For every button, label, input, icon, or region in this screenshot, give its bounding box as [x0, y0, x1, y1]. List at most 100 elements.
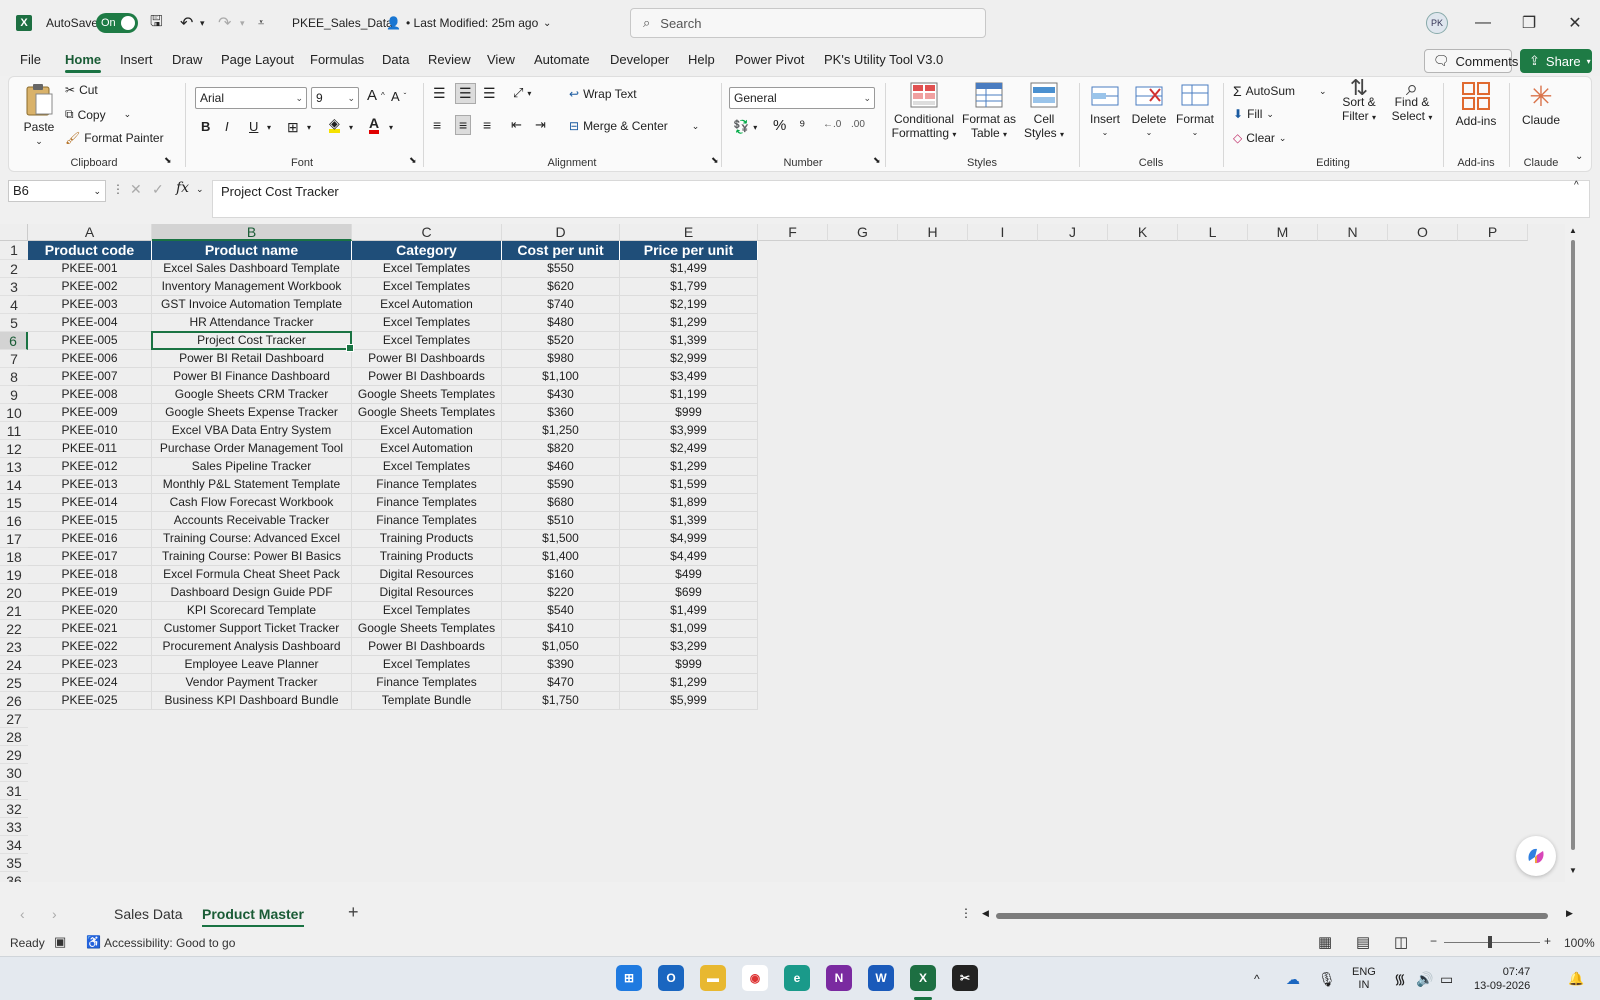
table-cell[interactable]: Google Sheets Templates [352, 620, 502, 638]
collapse-formula-icon[interactable]: ^ [1574, 180, 1579, 191]
table-cell[interactable]: $1,750 [502, 692, 620, 710]
table-cell[interactable]: $2,999 [620, 350, 758, 368]
table-cell[interactable]: $510 [502, 512, 620, 530]
clear-button[interactable]: ◇ Clear ⌄ [1233, 131, 1286, 145]
merge-center-button[interactable]: ⊟ Merge & Center ⌄ [569, 119, 699, 133]
fill-color-icon[interactable]: ◈ [329, 116, 340, 133]
column-header-k[interactable]: K [1108, 224, 1178, 241]
table-cell[interactable]: PKEE-025 [28, 692, 152, 710]
table-cell[interactable]: $1,799 [620, 278, 758, 296]
table-header-cell[interactable]: Price per unit [620, 241, 758, 260]
row-header[interactable]: 18 [0, 548, 28, 566]
table-cell[interactable]: $1,299 [620, 674, 758, 692]
redo-dropdown-icon[interactable]: ▾ [240, 0, 245, 46]
table-cell[interactable]: Monthly P&L Statement Template [152, 476, 352, 494]
row-header[interactable]: 32 [0, 800, 28, 818]
cancel-icon[interactable]: ✕ [130, 181, 142, 198]
zoom-slider[interactable] [1444, 942, 1540, 943]
font-color-dropdown-icon[interactable]: ▾ [389, 123, 393, 132]
row-header[interactable]: 21 [0, 602, 28, 620]
table-cell[interactable]: $3,999 [620, 422, 758, 440]
row-header[interactable]: 28 [0, 728, 28, 746]
worksheet-grid[interactable]: A B C D E F G H I J K L M N O P 1 2 3 4 5 6 7 8 9 10 11 12 13 14 15 16 1… [0, 224, 1565, 882]
onenote-icon[interactable]: N [826, 965, 852, 991]
fill-button[interactable]: ⬇ Fill ⌄ [1233, 107, 1274, 121]
table-cell[interactable]: PKEE-019 [28, 584, 152, 602]
table-cell[interactable]: $499 [620, 566, 758, 584]
table-cell[interactable]: Project Cost Tracker [152, 332, 352, 350]
table-cell[interactable]: $4,999 [620, 530, 758, 548]
last-modified[interactable]: • Last Modified: 25m ago [406, 0, 538, 46]
table-cell[interactable]: $740 [502, 296, 620, 314]
table-cell[interactable]: Finance Templates [352, 476, 502, 494]
tab-view[interactable]: View [487, 52, 515, 67]
table-cell[interactable]: Training Products [352, 530, 502, 548]
column-header-f[interactable]: F [758, 224, 828, 241]
clock[interactable]: 07:47 13-09-2026 [1474, 957, 1530, 1000]
table-cell[interactable]: Digital Resources [352, 566, 502, 584]
row-header[interactable]: 11 [0, 422, 28, 440]
row-header[interactable]: 19 [0, 566, 28, 584]
wrap-text-button[interactable]: ↩ Wrap Text [569, 87, 637, 101]
row-header[interactable]: 12 [0, 440, 28, 458]
page-layout-view-icon[interactable]: ▤ [1356, 933, 1370, 951]
row-header[interactable]: 8 [0, 368, 28, 386]
table-cell[interactable]: $410 [502, 620, 620, 638]
table-cell[interactable]: $999 [620, 404, 758, 422]
customize-qat-icon[interactable]: ⩡ [258, 0, 264, 46]
align-top-icon[interactable]: ☰ [433, 85, 446, 102]
row-header[interactable]: 5 [0, 314, 28, 332]
borders-icon[interactable]: ⊞ [287, 119, 299, 136]
copy-button[interactable]: ⧉ Copy ⌄ [65, 107, 131, 122]
column-header-i[interactable]: I [968, 224, 1038, 241]
dialog-launcher-icon[interactable]: ⬊ [711, 155, 719, 166]
table-cell[interactable]: PKEE-001 [28, 260, 152, 278]
table-cell[interactable]: $620 [502, 278, 620, 296]
table-cell[interactable]: PKEE-012 [28, 458, 152, 476]
column-header-j[interactable]: J [1038, 224, 1108, 241]
file-name[interactable]: PKEE_Sales_Data [292, 0, 393, 46]
row-header[interactable]: 9 [0, 386, 28, 404]
column-header-l[interactable]: L [1178, 224, 1248, 241]
row-header[interactable]: 24 [0, 656, 28, 674]
outlook-icon[interactable]: O [658, 965, 684, 991]
format-cells-button[interactable]: Format ⌄ [1173, 81, 1217, 140]
tab-formulas[interactable]: Formulas [310, 52, 364, 67]
table-cell[interactable]: Template Bundle [352, 692, 502, 710]
row-header[interactable]: 35 [0, 854, 28, 872]
table-cell[interactable]: Excel Sales Dashboard Template [152, 260, 352, 278]
row-header[interactable]: 7 [0, 350, 28, 368]
scroll-right-icon[interactable]: ▶ [1566, 908, 1573, 919]
close-icon[interactable]: ✕ [1552, 0, 1598, 46]
table-cell[interactable]: $820 [502, 440, 620, 458]
font-color-icon[interactable]: A [369, 116, 380, 134]
more-icon[interactable]: ⋮ [960, 906, 972, 920]
table-cell[interactable]: Excel Templates [352, 602, 502, 620]
formula-input[interactable]: Project Cost Tracker [212, 180, 1590, 218]
table-cell[interactable]: Business KPI Dashboard Bundle [152, 692, 352, 710]
accessibility-icon[interactable]: ♿ [86, 935, 101, 949]
column-header-n[interactable]: N [1318, 224, 1388, 241]
table-cell[interactable]: Google Sheets Templates [352, 386, 502, 404]
format-painter-button[interactable]: 🖌 Format Painter [65, 131, 164, 145]
row-header[interactable]: 15 [0, 494, 28, 512]
chevron-down-icon[interactable]: ⌄ [543, 0, 551, 46]
font-family-select[interactable]: Arial ⌄ [195, 87, 307, 109]
table-cell[interactable]: Digital Resources [352, 584, 502, 602]
decrease-font-icon[interactable]: Aˇ [391, 89, 406, 104]
table-cell[interactable]: Excel VBA Data Entry System [152, 422, 352, 440]
start-icon[interactable]: ⊞ [616, 965, 642, 991]
row-header[interactable]: 2 [0, 260, 28, 278]
row-header[interactable]: 29 [0, 746, 28, 764]
table-cell[interactable]: Excel Templates [352, 332, 502, 350]
column-header-m[interactable]: M [1248, 224, 1318, 241]
microphone-icon[interactable]: 🎙 [1318, 957, 1336, 1000]
select-all-corner[interactable] [0, 224, 28, 241]
row-header[interactable]: 34 [0, 836, 28, 854]
table-cell[interactable]: Dashboard Design Guide PDF [152, 584, 352, 602]
align-left-icon[interactable]: ≡ [433, 117, 441, 133]
table-cell[interactable]: $1,500 [502, 530, 620, 548]
normal-view-icon[interactable]: ▦ [1318, 933, 1332, 951]
table-cell[interactable]: PKEE-002 [28, 278, 152, 296]
table-cell[interactable]: $550 [502, 260, 620, 278]
